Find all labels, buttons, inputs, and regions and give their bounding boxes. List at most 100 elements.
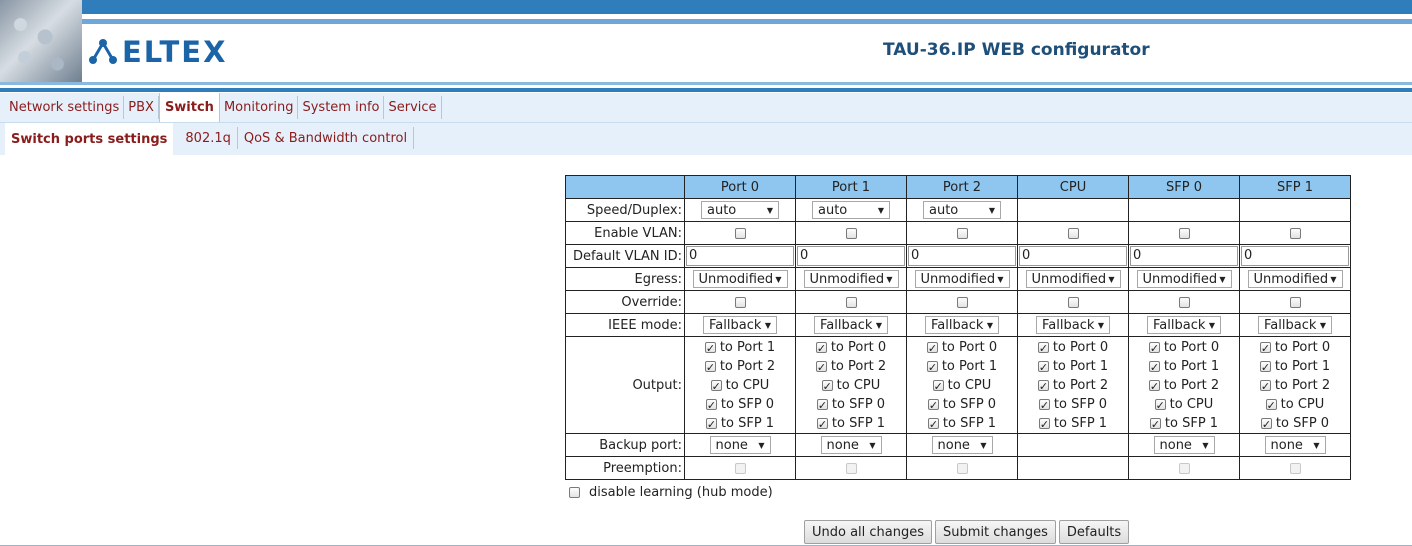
tab-network-settings[interactable]: Network settings [0,96,125,119]
ieee-mode-select[interactable]: Fallback [925,316,999,335]
output-checkbox[interactable] [927,396,939,415]
row-label: IEEE mode: [565,313,685,337]
vlan-id-input[interactable]: 0 [908,246,1016,266]
output-checkbox[interactable] [1037,377,1049,396]
preemption-checkbox [845,462,857,474]
disable-learning-checkbox[interactable] [569,487,580,498]
vlan-id-input[interactable]: 0 [797,246,905,266]
output-checkbox[interactable] [1260,415,1272,434]
output-checkbox[interactable] [704,339,716,358]
enable-vlan-checkbox[interactable] [1178,227,1190,239]
enable-vlan-checkbox[interactable] [734,227,746,239]
output-checkbox[interactable] [932,377,944,396]
output-checkbox[interactable] [1148,339,1160,358]
override-checkbox[interactable] [1289,296,1301,308]
ieee-mode-select[interactable]: Fallback [814,316,888,335]
output-checkbox[interactable] [927,415,939,434]
undo-all-changes-button[interactable]: Undo all changes [804,520,933,544]
row-default-vlan-id: Default VLAN ID: 0 0 0 0 0 0 [565,244,1351,268]
enable-vlan-checkbox[interactable] [1067,227,1079,239]
output-checkbox[interactable] [710,377,722,396]
output-checkbox[interactable] [1148,377,1160,396]
backup-port-select[interactable]: none [820,436,882,455]
output-label: to SFP 1 [1053,415,1108,431]
ieee-mode-select[interactable]: Fallback [1147,316,1221,335]
output-checkbox[interactable] [816,396,828,415]
tab-monitoring[interactable]: Monitoring [220,96,299,119]
backup-port-select[interactable]: none [1153,436,1215,455]
output-checkbox[interactable] [1259,339,1271,358]
page-title: TAU-36.IP WEB configurator [883,40,1150,60]
disable-learning-label: disable learning (hub mode) [589,485,773,500]
column-header: Port 1 [795,175,907,199]
speed-select[interactable]: auto [923,201,1001,220]
output-checkbox[interactable] [926,339,938,358]
output-checkbox[interactable] [821,377,833,396]
speed-select[interactable]: auto [812,201,890,220]
sub-nav: Switch ports settings 802.1q QoS & Bandw… [0,123,1412,155]
tab-pbx[interactable]: PBX [124,96,159,119]
ieee-mode-select[interactable]: Fallback [1258,316,1332,335]
egress-select[interactable]: Unmodified [1025,270,1121,289]
output-checkbox[interactable] [1037,358,1049,377]
speed-select[interactable]: auto [701,201,779,220]
output-checkbox[interactable] [1265,396,1277,415]
egress-select[interactable]: Unmodified [692,270,788,289]
tab-qos-bandwidth[interactable]: QoS & Bandwidth control [238,127,415,149]
override-checkbox[interactable] [956,296,968,308]
disable-learning-option: disable learning (hub mode) [569,485,773,500]
row-label: Backup port: [565,433,685,457]
empty-cell [1128,198,1240,222]
output-checkbox[interactable] [1038,415,1050,434]
override-checkbox[interactable] [845,296,857,308]
output-checkbox[interactable] [816,415,828,434]
egress-select[interactable]: Unmodified [1247,270,1343,289]
output-checkbox[interactable] [1149,415,1161,434]
output-checkbox[interactable] [815,358,827,377]
output-list: to Port 0 to Port 2 to CPU to SFP 0 to S… [815,338,886,434]
output-checkbox[interactable] [1259,358,1271,377]
egress-select[interactable]: Unmodified [914,270,1010,289]
output-checkbox[interactable] [1037,339,1049,358]
backup-port-select[interactable]: none [1264,436,1326,455]
tab-service[interactable]: Service [384,96,442,119]
ieee-mode-select[interactable]: Fallback [1036,316,1110,335]
output-checkbox[interactable] [1259,377,1271,396]
vlan-id-input[interactable]: 0 [686,246,794,266]
egress-select[interactable]: Unmodified [803,270,899,289]
ieee-mode-select[interactable]: Fallback [703,316,777,335]
enable-vlan-checkbox[interactable] [1289,227,1301,239]
vlan-id-input[interactable]: 0 [1241,246,1349,266]
enable-vlan-checkbox[interactable] [845,227,857,239]
tab-802-1q[interactable]: 802.1q [179,127,238,149]
tab-switch-ports-settings[interactable]: Switch ports settings [5,123,174,155]
override-checkbox[interactable] [734,296,746,308]
backup-port-select[interactable]: none [931,436,993,455]
tab-switch[interactable]: Switch [158,93,220,122]
submit-changes-button[interactable]: Submit changes [935,520,1056,544]
output-checkbox[interactable] [704,358,716,377]
output-checkbox[interactable] [705,396,717,415]
egress-select[interactable]: Unmodified [1136,270,1232,289]
output-list: to Port 0 to Port 1 to Port 2 to CPU to … [1148,338,1219,434]
enable-vlan-checkbox[interactable] [956,227,968,239]
override-checkbox[interactable] [1067,296,1079,308]
output-checkbox[interactable] [1038,396,1050,415]
defaults-button[interactable]: Defaults [1058,520,1130,544]
output-checkbox[interactable] [926,358,938,377]
column-header: Port 2 [906,175,1018,199]
output-label: to Port 2 [719,358,776,374]
output-checkbox[interactable] [815,339,827,358]
output-checkbox[interactable] [1148,358,1160,377]
vlan-id-input[interactable]: 0 [1130,246,1238,266]
output-label: to SFP 0 [942,396,997,412]
override-checkbox[interactable] [1178,296,1190,308]
output-checkbox[interactable] [705,415,717,434]
row-output: Output: to Port 1 to Port 2 to CPU to SF… [565,336,1351,434]
vlan-id-input[interactable]: 0 [1019,246,1127,266]
row-label: Speed/Duplex: [565,198,685,222]
tab-system-info[interactable]: System info [298,96,385,119]
preemption-checkbox [1289,462,1301,474]
backup-port-select[interactable]: none [709,436,771,455]
output-checkbox[interactable] [1154,396,1166,415]
